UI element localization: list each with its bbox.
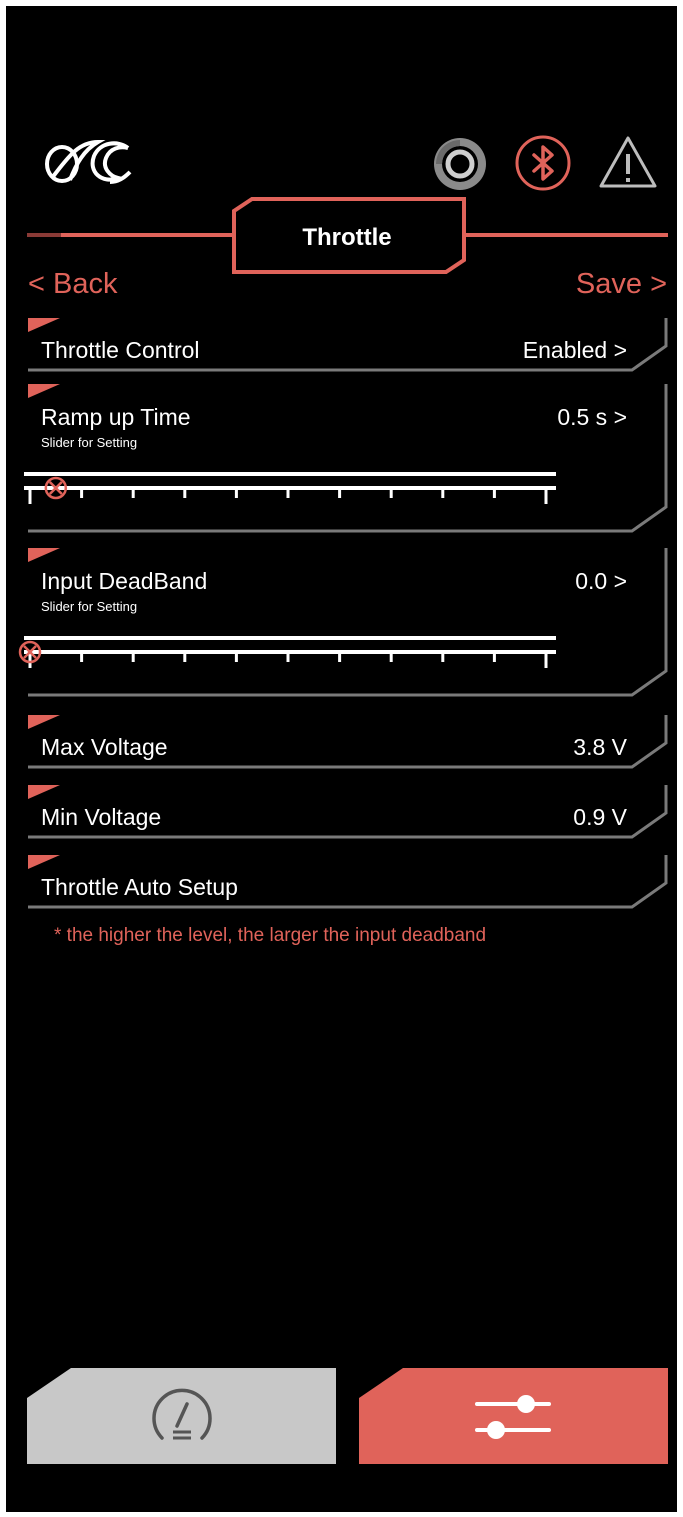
- brake-disc-icon: [434, 138, 486, 190]
- ramp-up-time-subtitle: Slider for Setting: [41, 435, 138, 450]
- page-title: Throttle: [302, 224, 392, 251]
- max-voltage-value[interactable]: 3.8 V: [573, 734, 627, 761]
- warning-icon[interactable]: [597, 134, 659, 192]
- min-voltage-label: Min Voltage: [41, 804, 162, 830]
- ramp-up-time-slider[interactable]: [6, 460, 566, 510]
- ramp-up-time-label: Ramp up Time: [41, 404, 191, 430]
- input-deadband-label: Input DeadBand: [41, 568, 208, 594]
- ramp-up-time-value[interactable]: 0.5 s >: [557, 404, 627, 431]
- input-deadband-slider[interactable]: [6, 624, 566, 674]
- slider-ticks: [28, 488, 548, 504]
- back-button[interactable]: < Back: [28, 268, 117, 301]
- slider-ticks: [28, 652, 548, 668]
- throttle-control-value[interactable]: Enabled >: [523, 337, 627, 364]
- max-voltage-row[interactable]: Max Voltage 3.8 V: [6, 713, 677, 773]
- tab-dashboard[interactable]: [27, 1368, 336, 1464]
- ramp-up-time-row: Ramp up Time 0.5 s > Slider for Setting: [6, 382, 677, 537]
- input-deadband-row: Input DeadBand 0.0 > Slider for Setting: [6, 546, 677, 701]
- input-deadband-subtitle: Slider for Setting: [41, 599, 138, 614]
- app-screen: Throttle < Back Save > Throttle Control …: [6, 6, 677, 1512]
- max-voltage-label: Max Voltage: [41, 734, 168, 760]
- throttle-control-label: Throttle Control: [41, 337, 200, 363]
- min-voltage-row[interactable]: Min Voltage 0.9 V: [6, 783, 677, 843]
- bluetooth-icon[interactable]: [513, 133, 573, 193]
- input-deadband-value[interactable]: 0.0 >: [575, 568, 627, 595]
- min-voltage-value[interactable]: 0.9 V: [573, 804, 627, 831]
- throttle-auto-setup-row[interactable]: Throttle Auto Setup: [6, 853, 677, 913]
- logo-icon: [45, 139, 132, 184]
- throttle-control-row[interactable]: Throttle Control Enabled >: [6, 316, 677, 376]
- throttle-auto-setup-label: Throttle Auto Setup: [41, 874, 238, 900]
- save-button[interactable]: Save >: [576, 268, 667, 301]
- slider-track: [24, 472, 556, 490]
- tab-settings[interactable]: [359, 1368, 668, 1464]
- slider-track: [24, 636, 556, 654]
- deadband-note: * the higher the level, the larger the i…: [54, 925, 487, 946]
